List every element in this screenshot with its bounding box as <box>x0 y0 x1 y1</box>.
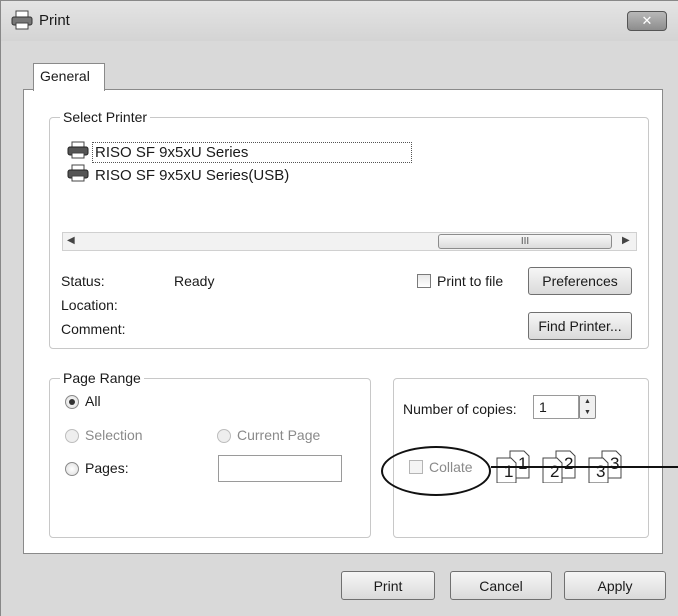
collate-page-number: 3 <box>610 454 620 473</box>
cancel-button[interactable]: Cancel <box>450 571 552 600</box>
all-radio-label[interactable]: All <box>85 393 101 409</box>
pages-input[interactable] <box>218 455 342 482</box>
preferences-button[interactable]: Preferences <box>528 267 632 295</box>
location-label: Location: <box>61 297 118 313</box>
printer-list-item[interactable]: RISO SF 9x5xU Series(USB) <box>67 164 292 186</box>
current-page-radio-label[interactable]: Current Page <box>237 427 320 443</box>
select-printer-legend: Select Printer <box>60 109 151 125</box>
window-title: Print <box>39 12 70 29</box>
collate-callout-ellipse <box>381 446 491 496</box>
apply-button[interactable]: Apply <box>564 571 666 600</box>
spin-up-icon[interactable]: ▲ <box>580 396 595 407</box>
selection-radio-label[interactable]: Selection <box>85 427 143 443</box>
status-label: Status: <box>61 273 105 289</box>
print-button[interactable]: Print <box>341 571 435 600</box>
close-icon: ✕ <box>641 13 653 28</box>
collate-page-number: 2 <box>550 462 560 481</box>
collate-page-number: 1 <box>518 454 528 473</box>
printer-list-item[interactable]: RISO SF 9x5xU Series <box>67 141 412 163</box>
printer-name: RISO SF 9x5xU Series <box>92 141 412 163</box>
tab-general[interactable]: General <box>33 63 105 91</box>
collate-callout-line <box>491 466 678 468</box>
spin-down-icon[interactable]: ▼ <box>580 407 595 418</box>
scroll-grip-icon: III <box>520 236 530 247</box>
scroll-right-icon[interactable]: ▶ <box>622 235 630 246</box>
current-page-radio[interactable] <box>217 429 231 443</box>
printer-name: RISO SF 9x5xU Series(USB) <box>95 166 290 184</box>
all-radio[interactable] <box>65 395 79 409</box>
collate-page-number: 3 <box>596 462 606 481</box>
find-printer-button[interactable]: Find Printer... <box>528 312 632 340</box>
cancel-button-label: Cancel <box>479 577 523 594</box>
preferences-button-label: Preferences <box>542 273 618 289</box>
selection-radio[interactable] <box>65 429 79 443</box>
copies-input[interactable]: 1 <box>533 395 579 419</box>
copies-spinner[interactable]: ▲ ▼ <box>579 395 596 419</box>
comment-label: Comment: <box>61 321 126 337</box>
print-to-file-label[interactable]: Print to file <box>437 273 503 289</box>
scroll-thumb[interactable]: III <box>438 234 612 249</box>
pages-radio[interactable] <box>65 462 79 476</box>
page-range-legend: Page Range <box>60 370 144 386</box>
number-of-copies-label: Number of copies: <box>403 401 517 417</box>
printer-icon <box>11 10 33 33</box>
apply-button-label: Apply <box>597 577 633 594</box>
printer-icon <box>67 164 89 186</box>
print-button-label: Print <box>373 577 403 594</box>
collate-page-number: 1 <box>504 462 514 481</box>
close-button[interactable]: ✕ <box>627 11 667 31</box>
printer-list-scrollbar[interactable]: ◀ III ▶ <box>62 232 637 251</box>
title-bar: Print ✕ <box>1 1 678 41</box>
print-to-file-checkbox[interactable] <box>417 274 431 288</box>
status-value: Ready <box>174 273 215 289</box>
pages-radio-label[interactable]: Pages: <box>85 460 129 476</box>
printer-icon <box>67 141 89 163</box>
copies-input-value: 1 <box>539 399 547 415</box>
collate-page-number: 2 <box>564 454 574 473</box>
find-printer-button-label: Find Printer... <box>538 318 622 334</box>
tab-general-label: General <box>40 68 90 84</box>
print-dialog: Print ✕ General Select Printer RISO SF 9… <box>0 0 678 616</box>
scroll-left-icon[interactable]: ◀ <box>67 235 75 246</box>
